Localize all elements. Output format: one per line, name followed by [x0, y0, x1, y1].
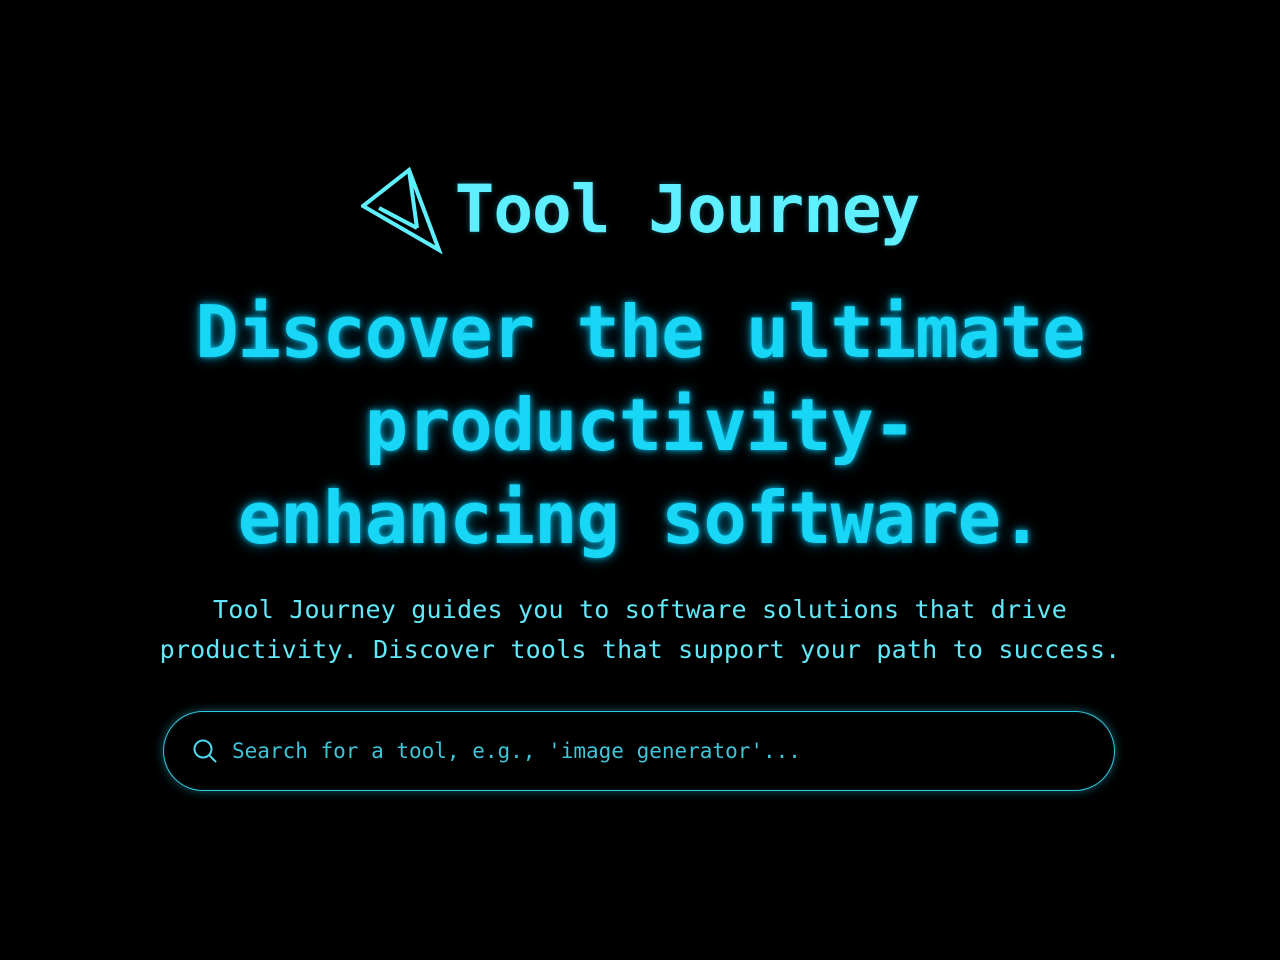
brand-name: Tool Journey	[454, 171, 921, 248]
subtitle-line: Tool Journey guides you to software solu…	[212, 595, 1068, 624]
landing-page: Tool Journey Discover the ultimate produ…	[0, 0, 1280, 960]
brand-header: Tool Journey	[0, 166, 1280, 255]
headline-line: productivity-	[364, 383, 917, 467]
hero-subtitle: Tool Journey guides you to software solu…	[80, 590, 1200, 670]
headline-line: enhancing software.	[237, 476, 1044, 560]
headline-line: Discover the ultimate	[195, 290, 1085, 374]
search-icon	[192, 738, 218, 764]
search-bar[interactable]	[163, 711, 1115, 791]
subtitle-line: productivity. Discover tools that suppor…	[159, 635, 1121, 664]
search-input[interactable]	[232, 721, 1084, 781]
paper-plane-logo-icon	[359, 166, 443, 255]
hero-headline: Discover the ultimate productivity- enha…	[90, 286, 1190, 565]
